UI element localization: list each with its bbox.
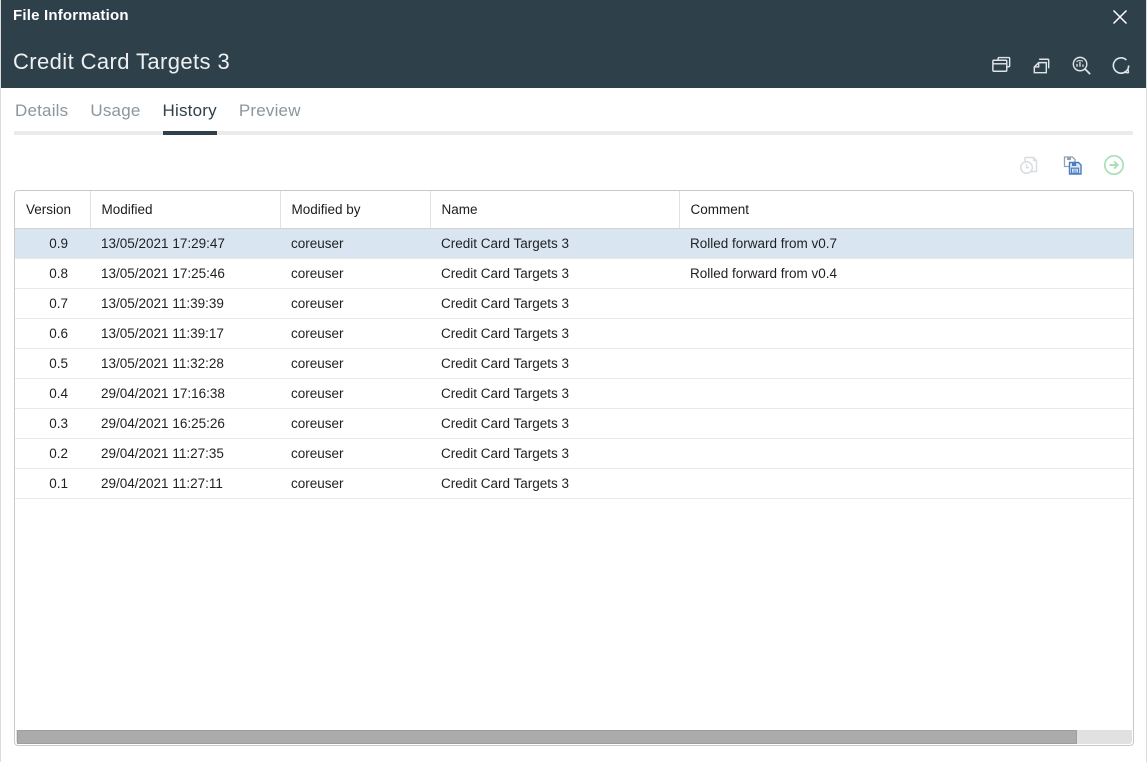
cell-comment: Rolled forward from v0.4	[679, 258, 1133, 288]
copy-file-icon[interactable]	[1030, 54, 1053, 77]
file-information-dialog: File Information Credit Card Targets 3	[0, 0, 1147, 762]
cell-name: Credit Card Targets 3	[430, 318, 679, 348]
cell-comment	[679, 378, 1133, 408]
open-version-icon[interactable]	[1102, 153, 1126, 177]
cell-modified: 13/05/2021 17:29:47	[90, 228, 280, 258]
cell-name: Credit Card Targets 3	[430, 438, 679, 468]
save-copy-icon[interactable]	[1060, 153, 1084, 177]
table-row[interactable]: 0.4 29/04/2021 17:16:38 coreuser Credit …	[15, 378, 1133, 408]
cell-comment	[679, 318, 1133, 348]
table-row[interactable]: 0.9 13/05/2021 17:29:47 coreuser Credit …	[15, 228, 1133, 258]
cell-version: 0.6	[15, 318, 90, 348]
close-button[interactable]	[1109, 8, 1131, 30]
cell-comment	[679, 468, 1133, 498]
cell-modified-by: coreuser	[280, 258, 430, 288]
cell-modified-by: coreuser	[280, 408, 430, 438]
cell-name: Credit Card Targets 3	[430, 408, 679, 438]
cell-comment	[679, 348, 1133, 378]
column-header-modified[interactable]: Modified	[90, 191, 280, 228]
refresh-icon[interactable]	[1110, 54, 1133, 77]
column-header-comment[interactable]: Comment	[679, 191, 1133, 228]
cell-modified-by: coreuser	[280, 438, 430, 468]
cell-version: 0.2	[15, 438, 90, 468]
table-row[interactable]: 0.7 13/05/2021 11:39:39 coreuser Credit …	[15, 288, 1133, 318]
cell-modified: 13/05/2021 11:39:39	[90, 288, 280, 318]
cell-comment: Rolled forward from v0.7	[679, 228, 1133, 258]
table-row[interactable]: 0.1 29/04/2021 11:27:11 coreuser Credit …	[15, 468, 1133, 498]
cell-modified: 13/05/2021 11:32:28	[90, 348, 280, 378]
close-icon	[1110, 7, 1130, 32]
column-header-version[interactable]: Version	[15, 191, 90, 228]
cell-version: 0.1	[15, 468, 90, 498]
table-header-row: Version Modified Modified by Name Commen…	[15, 191, 1133, 228]
cell-modified-by: coreuser	[280, 468, 430, 498]
cell-modified: 13/05/2021 17:25:46	[90, 258, 280, 288]
column-header-name[interactable]: Name	[430, 191, 679, 228]
table-row[interactable]: 0.6 13/05/2021 11:39:17 coreuser Credit …	[15, 318, 1133, 348]
tab-preview[interactable]: Preview	[239, 101, 301, 135]
cell-name: Credit Card Targets 3	[430, 258, 679, 288]
tab-details[interactable]: Details	[15, 101, 68, 135]
table-row[interactable]: 0.2 29/04/2021 11:27:35 coreuser Credit …	[15, 438, 1133, 468]
cell-name: Credit Card Targets 3	[430, 228, 679, 258]
history-table: Version Modified Modified by Name Commen…	[15, 191, 1133, 499]
cell-modified: 13/05/2021 11:39:17	[90, 318, 280, 348]
file-title: Credit Card Targets 3	[13, 49, 230, 75]
horizontal-scrollbar-track[interactable]	[16, 730, 1132, 744]
cell-comment	[679, 408, 1133, 438]
dialog-title: File Information	[13, 7, 129, 24]
cell-modified: 29/04/2021 11:27:35	[90, 438, 280, 468]
cell-version: 0.3	[15, 408, 90, 438]
cell-name: Credit Card Targets 3	[430, 378, 679, 408]
cell-name: Credit Card Targets 3	[430, 288, 679, 318]
cell-version: 0.8	[15, 258, 90, 288]
dialog-header: File Information Credit Card Targets 3	[1, 0, 1146, 88]
cell-modified-by: coreuser	[280, 288, 430, 318]
search-analytics-icon[interactable]	[1070, 54, 1093, 77]
tab-usage[interactable]: Usage	[90, 101, 140, 135]
cell-version: 0.7	[15, 288, 90, 318]
tab-history[interactable]: History	[163, 101, 217, 135]
cell-modified-by: coreuser	[280, 348, 430, 378]
cell-modified: 29/04/2021 17:16:38	[90, 378, 280, 408]
history-panel: Version Modified Modified by Name Commen…	[14, 190, 1134, 746]
column-header-modified-by[interactable]: Modified by	[280, 191, 430, 228]
cell-modified-by: coreuser	[280, 318, 430, 348]
tab-bar: Details Usage History Preview	[15, 101, 1133, 135]
table-row[interactable]: 0.5 13/05/2021 11:32:28 coreuser Credit …	[15, 348, 1133, 378]
cell-modified: 29/04/2021 16:25:26	[90, 408, 280, 438]
cell-version: 0.4	[15, 378, 90, 408]
cell-modified-by: coreuser	[280, 228, 430, 258]
history-toolbar	[1, 151, 1126, 179]
horizontal-scrollbar-thumb[interactable]	[17, 730, 1077, 744]
cell-version: 0.9	[15, 228, 90, 258]
cell-name: Credit Card Targets 3	[430, 348, 679, 378]
cell-name: Credit Card Targets 3	[430, 468, 679, 498]
table-row[interactable]: 0.8 13/05/2021 17:25:46 coreuser Credit …	[15, 258, 1133, 288]
cell-comment	[679, 438, 1133, 468]
header-actions	[990, 54, 1133, 77]
history-table-body: 0.9 13/05/2021 17:29:47 coreuser Credit …	[15, 228, 1133, 498]
version-history-icon[interactable]	[1018, 153, 1042, 177]
cascade-windows-icon[interactable]	[990, 54, 1013, 77]
cell-comment	[679, 288, 1133, 318]
cell-modified: 29/04/2021 11:27:11	[90, 468, 280, 498]
table-row[interactable]: 0.3 29/04/2021 16:25:26 coreuser Credit …	[15, 408, 1133, 438]
cell-modified-by: coreuser	[280, 378, 430, 408]
cell-version: 0.5	[15, 348, 90, 378]
